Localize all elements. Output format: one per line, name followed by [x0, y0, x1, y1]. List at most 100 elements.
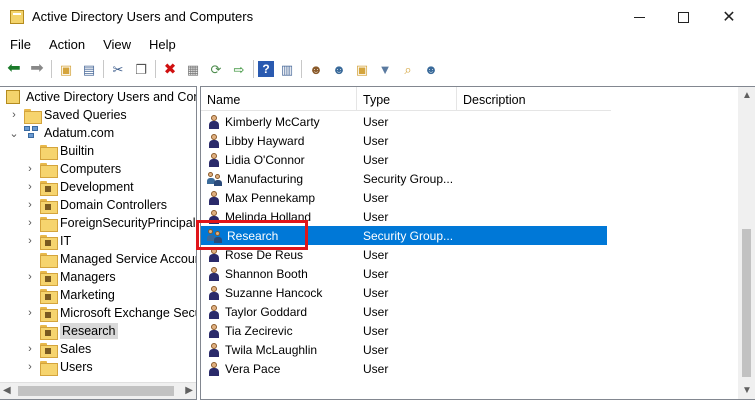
domain-icon	[24, 126, 40, 140]
delete-icon[interactable]: ✖	[160, 59, 180, 79]
list-pane[interactable]: Name Type Description Kimberly McCarty Us…	[200, 86, 755, 400]
folder-icon	[40, 360, 58, 376]
tree-item[interactable]: Builtin	[24, 142, 94, 160]
toolbar-separator	[155, 60, 156, 78]
back-icon[interactable]: ⬅	[4, 59, 24, 79]
menu-action[interactable]: Action	[39, 34, 93, 54]
export-icon[interactable]: ⇨	[229, 59, 249, 79]
ou-badge-icon	[45, 185, 51, 192]
user-icon	[207, 266, 221, 282]
show-tree-icon[interactable]: ▤	[79, 59, 99, 79]
scroll-left-icon[interactable]: ◀	[3, 385, 11, 396]
chevron-right-icon[interactable]: ›	[24, 358, 36, 376]
chevron-right-icon[interactable]: ›	[24, 214, 36, 232]
column-header-name[interactable]: Name	[201, 87, 357, 111]
chevron-right-icon[interactable]: ›	[24, 196, 36, 214]
scroll-up-icon[interactable]: ▲	[742, 90, 752, 101]
saved-queries-icon	[24, 108, 42, 124]
menu-help[interactable]: Help	[139, 34, 184, 54]
list-row[interactable]: Manufacturing Security Group...	[201, 169, 607, 188]
item-name: Rose De Reus	[225, 247, 304, 262]
chevron-right-icon[interactable]: ›	[24, 160, 36, 178]
tree-item-label: Development	[60, 180, 134, 194]
window-title: Active Directory Users and Computers	[32, 9, 254, 24]
tree-root[interactable]: Active Directory Users and Com	[6, 88, 196, 106]
list-row[interactable]: Max Pennekamp User	[201, 188, 607, 207]
chevron-right-icon[interactable]: ›	[24, 268, 36, 286]
add-to-group-icon[interactable]: ☻	[421, 59, 441, 79]
scroll-right-icon[interactable]: ▶	[185, 385, 193, 396]
item-name: Vera Pace	[225, 361, 281, 376]
toolbar-separator	[301, 60, 302, 78]
list-row[interactable]: Research Security Group...	[201, 226, 607, 245]
tree-item-domain[interactable]: ⌄ Adatum.com	[8, 124, 114, 142]
column-header-description[interactable]: Description	[457, 87, 607, 111]
chevron-down-icon[interactable]: ⌄	[8, 124, 20, 142]
tree-item[interactable]: › Microsoft Exchange Secu	[24, 304, 196, 322]
list-row[interactable]: Vera Pace User	[201, 359, 607, 378]
chevron-right-icon[interactable]: ›	[8, 106, 20, 124]
ou-badge-icon	[45, 203, 51, 210]
console-icon[interactable]: ▥	[277, 59, 297, 79]
user-icon	[207, 285, 221, 301]
cell-type: User	[363, 133, 389, 148]
tree-item-saved-queries[interactable]: › Saved Queries	[8, 106, 127, 124]
tree-item[interactable]: › Users	[24, 358, 93, 376]
new-user-icon[interactable]: ☻	[306, 59, 326, 79]
tree-item[interactable]: Marketing	[24, 286, 115, 304]
ou-folder-icon	[40, 198, 58, 214]
help-icon[interactable]: ?	[258, 61, 274, 77]
list-row[interactable]: Twila McLaughlin User	[201, 340, 607, 359]
chevron-right-icon[interactable]: ›	[24, 340, 36, 358]
list-row[interactable]: Melinda Holland User	[201, 207, 607, 226]
tree-item[interactable]: › IT	[24, 232, 71, 250]
tree-item[interactable]: › Managers	[24, 268, 116, 286]
tree-item[interactable]: › Sales	[24, 340, 91, 358]
list-row[interactable]: Shannon Booth User	[201, 264, 607, 283]
vertical-scrollbar[interactable]: ▲ ▼	[738, 87, 755, 399]
menu-view[interactable]: View	[93, 34, 139, 54]
tree-item[interactable]: › Domain Controllers	[24, 196, 167, 214]
scrollbar-thumb[interactable]	[18, 386, 174, 396]
menu-file[interactable]: File	[0, 34, 39, 54]
list-row[interactable]: Suzanne Hancock User	[201, 283, 607, 302]
chevron-right-icon[interactable]: ›	[24, 304, 36, 322]
tree-item[interactable]: › Development	[24, 178, 134, 196]
list-row[interactable]: Rose De Reus User	[201, 245, 607, 264]
tree-item[interactable]: Managed Service Accoun	[24, 250, 196, 268]
new-group-icon[interactable]: ☻	[329, 59, 349, 79]
refresh-icon[interactable]: ⟳	[206, 59, 226, 79]
close-button[interactable]: ✕	[706, 0, 752, 34]
tree-item[interactable]: › Computers	[24, 160, 121, 178]
tree-item-label: Builtin	[60, 144, 95, 158]
list-row[interactable]: Lidia O'Connor User	[201, 150, 607, 169]
list-row[interactable]: Kimberly McCarty User	[201, 112, 607, 131]
tree-item[interactable]: › ForeignSecurityPrincipals	[24, 214, 196, 232]
scrollbar-thumb[interactable]	[742, 229, 751, 377]
cut-icon[interactable]: ✂	[108, 59, 128, 79]
column-header-type[interactable]: Type	[357, 87, 457, 111]
tree-item-label: IT	[60, 234, 72, 248]
tree-pane[interactable]: Active Directory Users and Com › Saved Q…	[0, 86, 197, 400]
horizontal-scrollbar[interactable]: ◀ ▶	[0, 382, 196, 399]
new-ou-icon[interactable]: ▣	[352, 59, 372, 79]
list-row[interactable]: Taylor Goddard User	[201, 302, 607, 321]
forward-icon[interactable]: ➡	[27, 59, 47, 79]
maximize-button[interactable]	[660, 0, 706, 34]
minimize-button[interactable]	[616, 0, 662, 34]
cell-type: User	[363, 152, 389, 167]
list-row[interactable]: Tia Zecirevic User	[201, 321, 607, 340]
scroll-down-icon[interactable]: ▼	[742, 385, 752, 396]
copy-icon[interactable]: ❐	[131, 59, 151, 79]
list-row[interactable]: Libby Hayward User	[201, 131, 607, 150]
tree-item[interactable]: Research	[24, 322, 118, 340]
up-folder-icon[interactable]: ▣	[56, 59, 76, 79]
ou-folder-icon	[40, 234, 58, 250]
properties-icon[interactable]: ▦	[183, 59, 203, 79]
chevron-right-icon[interactable]: ›	[24, 232, 36, 250]
directory-icon	[6, 90, 20, 104]
filter-icon[interactable]: ▼	[375, 59, 395, 79]
find-icon[interactable]: ⌕	[398, 59, 418, 79]
chevron-right-icon[interactable]: ›	[24, 178, 36, 196]
